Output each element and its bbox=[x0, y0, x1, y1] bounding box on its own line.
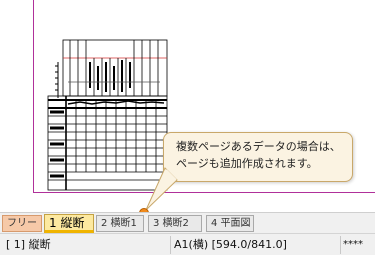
status-paper-size: A1(横) [594.0/841.0] bbox=[174, 238, 287, 251]
status-divider bbox=[170, 236, 171, 254]
status-divider bbox=[340, 236, 341, 254]
tab-free[interactable]: フリー bbox=[2, 215, 42, 232]
status-layer: [ 1] 縦断 bbox=[6, 238, 51, 251]
callout-tooltip: 複数ページあるデータの場合は、 ページも追加作成されます。 bbox=[163, 132, 353, 182]
tab-page-1[interactable]: 1 縦断 bbox=[44, 214, 94, 233]
tab-page-4[interactable]: 4 平面図 bbox=[206, 215, 254, 232]
callout-line-1: 複数ページあるデータの場合は、 bbox=[176, 140, 341, 153]
tab-page-2[interactable]: 2 横断1 bbox=[96, 215, 144, 232]
profile-table bbox=[47, 95, 168, 191]
status-indicator: **** bbox=[343, 239, 363, 250]
callout-line-2: ページも追加作成されます。 bbox=[176, 157, 318, 170]
status-bar: [ 1] 縦断 A1(横) [594.0/841.0] **** bbox=[0, 233, 375, 255]
tab-page-3[interactable]: 3 横断2 bbox=[148, 215, 202, 232]
scale-bar bbox=[55, 62, 59, 98]
profile-frame bbox=[62, 39, 168, 97]
page-tab-bar: フリー 1 縦断 2 横断1 3 横断2 4 平面図 bbox=[0, 212, 375, 233]
